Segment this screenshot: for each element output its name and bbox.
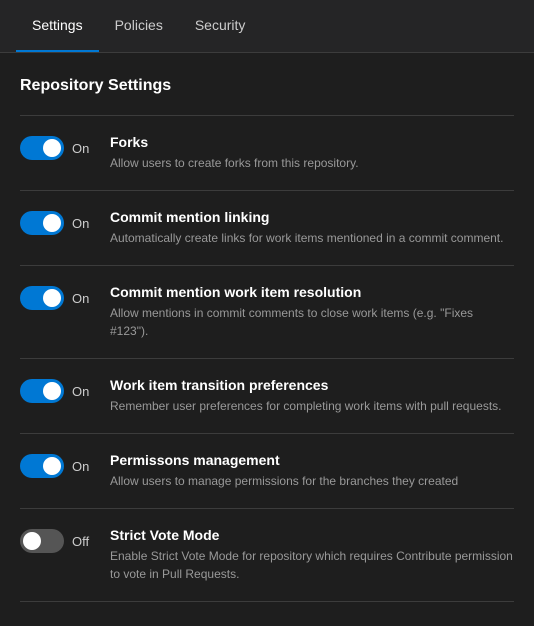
toggle-label-strict-vote: Off [72, 534, 89, 549]
toggle-label-forks: On [72, 141, 89, 156]
setting-desc-commit-linking: Automatically create links for work item… [110, 229, 514, 247]
toggle-label-commit-resolution: On [72, 291, 89, 306]
setting-name-work-item-transition: Work item transition preferences [110, 377, 514, 393]
setting-desc-work-item-transition: Remember user preferences for completing… [110, 397, 514, 415]
setting-item-work-item-transition: On Work item transition preferences Reme… [20, 359, 514, 434]
setting-desc-forks: Allow users to create forks from this re… [110, 154, 514, 172]
setting-info-permissions: Permissons management Allow users to man… [110, 452, 514, 490]
setting-info-work-item-transition: Work item transition preferences Remembe… [110, 377, 514, 415]
toggle-permissions[interactable] [20, 454, 64, 478]
toggle-forks[interactable] [20, 136, 64, 160]
toggle-commit-resolution[interactable] [20, 286, 64, 310]
setting-name-permissions: Permissons management [110, 452, 514, 468]
setting-info-forks: Forks Allow users to create forks from t… [110, 134, 514, 172]
toggle-label-commit-linking: On [72, 216, 89, 231]
setting-desc-commit-resolution: Allow mentions in commit comments to clo… [110, 304, 514, 340]
toggle-container-work-item-transition: On [20, 377, 110, 403]
toggle-work-item-transition[interactable] [20, 379, 64, 403]
toggle-label-permissions: On [72, 459, 89, 474]
setting-desc-permissions: Allow users to manage permissions for th… [110, 472, 514, 490]
setting-name-commit-linking: Commit mention linking [110, 209, 514, 225]
toggle-label-work-item-transition: On [72, 384, 89, 399]
setting-desc-strict-vote: Enable Strict Vote Mode for repository w… [110, 547, 514, 583]
setting-item-strict-vote: Off Strict Vote Mode Enable Strict Vote … [20, 509, 514, 602]
tab-security[interactable]: Security [179, 0, 262, 52]
toggle-container-commit-linking: On [20, 209, 110, 235]
toggle-container-strict-vote: Off [20, 527, 110, 553]
toggle-commit-linking[interactable] [20, 211, 64, 235]
toggle-container-permissions: On [20, 452, 110, 478]
toggle-container-commit-resolution: On [20, 284, 110, 310]
settings-list: On Forks Allow users to create forks fro… [20, 115, 514, 602]
setting-item-forks: On Forks Allow users to create forks fro… [20, 116, 514, 191]
setting-item-permissions: On Permissons management Allow users to … [20, 434, 514, 509]
setting-name-commit-resolution: Commit mention work item resolution [110, 284, 514, 300]
setting-info-strict-vote: Strict Vote Mode Enable Strict Vote Mode… [110, 527, 514, 583]
section-title: Repository Settings [20, 77, 514, 95]
toggle-strict-vote[interactable] [20, 529, 64, 553]
tab-bar: Settings Policies Security [0, 0, 534, 53]
setting-info-commit-linking: Commit mention linking Automatically cre… [110, 209, 514, 247]
main-content: Repository Settings On Forks Allow users… [0, 53, 534, 626]
tab-settings[interactable]: Settings [16, 0, 99, 52]
setting-item-commit-resolution: On Commit mention work item resolution A… [20, 266, 514, 359]
setting-item-commit-linking: On Commit mention linking Automatically … [20, 191, 514, 266]
setting-info-commit-resolution: Commit mention work item resolution Allo… [110, 284, 514, 340]
setting-name-strict-vote: Strict Vote Mode [110, 527, 514, 543]
toggle-container-forks: On [20, 134, 110, 160]
setting-name-forks: Forks [110, 134, 514, 150]
tab-policies[interactable]: Policies [99, 0, 179, 52]
